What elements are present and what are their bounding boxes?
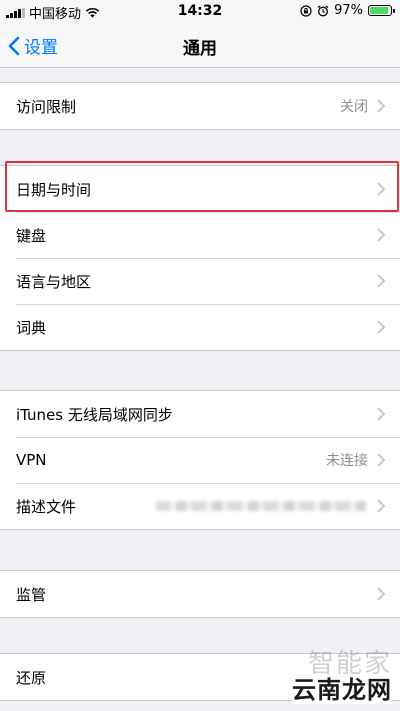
- row-label: 描述文件: [16, 497, 77, 516]
- row-value: 未连接: [326, 453, 368, 469]
- chevron-right-icon: [377, 274, 386, 288]
- chevron-right-icon: [377, 587, 386, 601]
- battery-fill: [370, 7, 389, 14]
- chevron-right-icon: [377, 320, 386, 334]
- row-keyboard[interactable]: 键盘: [0, 212, 400, 258]
- watermark-bottom-text: 云南龙网: [292, 675, 392, 704]
- chevron-right-icon: [377, 407, 386, 421]
- row-label: VPN: [16, 451, 47, 469]
- settings-group-input: 日期与时间 键盘 语言与地区 词典: [0, 165, 400, 351]
- chevron-right-icon: [377, 453, 386, 467]
- row-vpn[interactable]: VPN 未连接: [0, 437, 400, 483]
- settings-group-restrictions: 访问限制 关闭: [0, 82, 400, 130]
- watermark-top: 智能家: [307, 649, 392, 679]
- battery-percent: 97%: [334, 3, 363, 18]
- row-label: 键盘: [16, 226, 47, 245]
- row-dictionary[interactable]: 词典: [0, 304, 400, 350]
- redacted-value: [156, 501, 366, 511]
- chevron-right-icon: [377, 99, 386, 113]
- row-language-region[interactable]: 语言与地区: [0, 258, 400, 304]
- row-label: 词典: [16, 318, 47, 337]
- row-value: 关闭: [340, 99, 368, 115]
- orientation-lock-icon: [300, 4, 312, 17]
- row-label: 访问限制: [16, 97, 77, 116]
- chevron-right-icon: [377, 499, 386, 513]
- watermark-bottom: 云南龙网: [292, 675, 392, 704]
- row-restrictions[interactable]: 访问限制 关闭: [0, 83, 400, 129]
- row-date-time[interactable]: 日期与时间: [0, 166, 400, 212]
- battery-icon: [368, 5, 395, 16]
- page-title: 通用: [183, 39, 217, 59]
- row-supervision[interactable]: 监管: [0, 571, 400, 617]
- status-right: 97%: [300, 3, 395, 18]
- watermark: 智能家 云南龙网: [292, 649, 392, 704]
- row-label: 日期与时间: [16, 180, 92, 199]
- status-bar: 中国移动 14:32 97%: [0, 0, 400, 22]
- row-profiles[interactable]: 描述文件: [0, 483, 400, 529]
- row-label: 语言与地区: [16, 272, 92, 291]
- row-itunes-wifi-sync[interactable]: iTunes 无线局域网同步: [0, 391, 400, 437]
- settings-group-supervision: 监管: [0, 570, 400, 618]
- navigation-bar: 设置 通用: [0, 22, 400, 68]
- row-label: 监管: [16, 585, 47, 604]
- chevron-right-icon: [377, 182, 386, 196]
- row-label: iTunes 无线局域网同步: [16, 405, 173, 424]
- chevron-right-icon: [377, 228, 386, 242]
- settings-group-network: iTunes 无线局域网同步 VPN 未连接 描述文件: [0, 390, 400, 530]
- alarm-icon: [317, 5, 329, 16]
